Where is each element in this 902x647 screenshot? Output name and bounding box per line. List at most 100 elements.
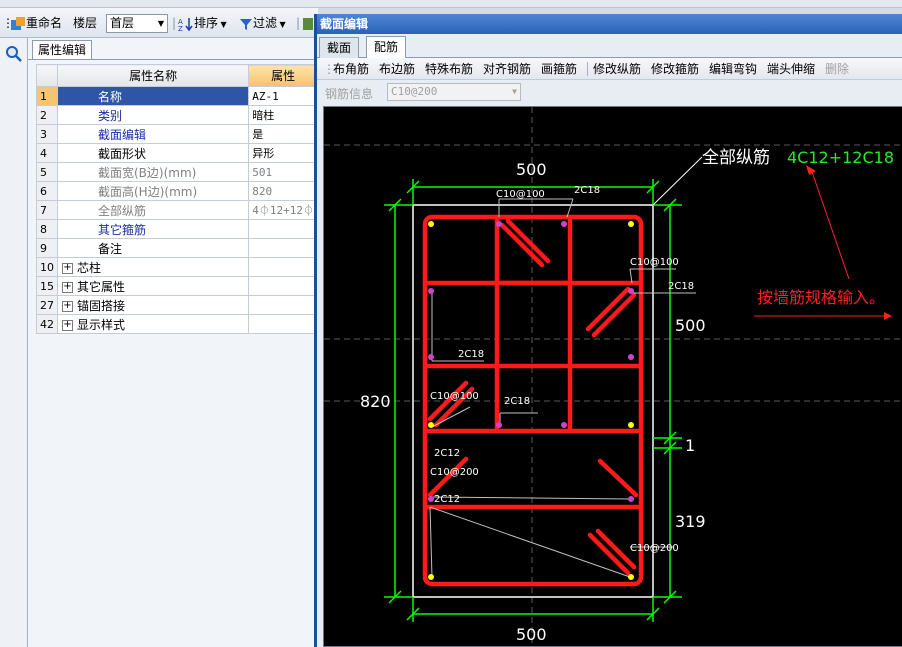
tab-property-edit[interactable]: 属性编辑 <box>32 40 92 60</box>
rebar-point[interactable] <box>428 422 434 428</box>
rebar-point[interactable] <box>628 422 634 428</box>
property-group[interactable]: + 芯柱 <box>56 257 250 277</box>
tab-section[interactable]: 截面 <box>319 37 360 58</box>
rebar-info-label: 钢筋信息 <box>325 87 374 101</box>
property-value[interactable]: 暗柱 <box>248 105 318 125</box>
rebar-point[interactable] <box>428 221 434 227</box>
align-rebar-button[interactable]: 对齐钢筋 <box>483 61 531 77</box>
annotation-arrow <box>810 168 850 280</box>
corner-rebar-button[interactable]: 布角筋 <box>333 61 369 77</box>
rebar-label: 2C18 <box>458 349 484 360</box>
delete-button[interactable]: 删除 <box>825 61 849 77</box>
special-rebar-button[interactable]: 特殊布筋 <box>425 61 473 77</box>
filter-button[interactable]: 过滤 ▼ <box>239 14 286 32</box>
property-value[interactable]: AZ-1 <box>248 86 318 106</box>
table-row[interactable]: 5 截面宽(B边)(mm) 501 <box>36 162 318 182</box>
rename-icon <box>11 16 25 30</box>
property-name: 截面编辑 <box>56 124 250 144</box>
edge-rebar-button[interactable]: 布边筋 <box>379 61 415 77</box>
rebar-point[interactable] <box>496 422 502 428</box>
property-group[interactable]: + 锚固搭接 <box>56 295 250 315</box>
dim-right-3-text: 319 <box>675 512 706 531</box>
dialog-title[interactable]: 截面编辑 <box>317 14 902 34</box>
section-edit-dialog: 截面编辑 截面 配筋 ⋮ 布角筋 布边筋 特殊布筋 对齐钢筋 画箍筋 修改纵筋 … <box>314 14 902 647</box>
table-row[interactable]: 7 全部纵筋 4⏀12+12⏀ <box>36 200 318 220</box>
rebar-point[interactable] <box>628 496 634 502</box>
rebar-label: 2C18 <box>574 185 600 196</box>
property-value[interactable] <box>248 238 318 258</box>
end-extend-button[interactable]: 端头伸缩 <box>767 61 815 77</box>
rebar-label: 2C18 <box>504 396 530 407</box>
table-row[interactable]: 1 名称 AZ-1 <box>36 86 318 106</box>
table-row[interactable]: 4 截面形状 异形 <box>36 143 318 163</box>
sort-icon: AZ <box>178 17 193 32</box>
rebar-point[interactable] <box>561 221 567 227</box>
table-row[interactable]: 27 + 锚固搭接 <box>36 295 318 315</box>
section-drawing[interactable]: 500 500 820 500 1 319 全部纵筋 4C12+12C18 按墙… <box>324 107 902 646</box>
table-row[interactable]: 10 + 芯柱 <box>36 257 318 277</box>
property-name: 备注 <box>56 238 250 258</box>
modify-stirrup-button[interactable]: 修改箍筋 <box>651 61 699 77</box>
edit-hook-button[interactable]: 编辑弯钩 <box>709 61 757 77</box>
dim-bottom-text: 500 <box>516 625 547 644</box>
floor-label: 楼层 <box>73 16 98 30</box>
tab-rebar[interactable]: 配筋 <box>366 36 407 58</box>
rebar-point[interactable] <box>428 288 434 294</box>
chevron-down-icon: ▼ <box>512 87 517 96</box>
rebar-label: 2C12 <box>434 448 460 459</box>
group-name: 锚固搭接 <box>77 298 126 313</box>
table-row[interactable]: 42 + 显示样式 <box>36 314 318 334</box>
property-name: 截面高(H边)(mm) <box>56 181 250 201</box>
property-group[interactable]: + 其它属性 <box>56 276 250 296</box>
table-row[interactable]: 2 类别 暗柱 <box>36 105 318 125</box>
row-number: 1 <box>36 86 58 106</box>
floor-select[interactable]: 首层 ▼ <box>106 14 168 33</box>
property-value[interactable]: 异形 <box>248 143 318 163</box>
rebar-label: 2C18 <box>668 281 694 292</box>
property-value[interactable] <box>248 219 318 239</box>
property-value[interactable]: 是 <box>248 124 318 144</box>
toolbar-separator: | <box>296 16 301 30</box>
sort-button[interactable]: A Z 排序 ▼ <box>178 14 227 32</box>
table-row[interactable]: 8 其它箍筋 <box>36 219 318 239</box>
rebar-label: C10@100 <box>630 257 679 268</box>
rebar-point[interactable] <box>496 221 502 227</box>
table-row[interactable]: 6 截面高(H边)(mm) 820 <box>36 181 318 201</box>
rebar-point[interactable] <box>428 574 434 580</box>
drawing-canvas[interactable]: 500 500 820 500 1 319 全部纵筋 4C12+12C18 按墙… <box>323 106 902 647</box>
table-row[interactable]: 9 备注 <box>36 238 318 258</box>
property-name: 类别 <box>56 105 250 125</box>
rebar-point[interactable] <box>561 422 567 428</box>
rebar-point[interactable] <box>428 354 434 360</box>
rebar-point[interactable] <box>628 574 634 580</box>
modify-long-rebar-button[interactable]: 修改纵筋 <box>593 61 641 77</box>
property-grid: 属性名称 属性 1 名称 AZ-1 2 类别 暗柱 3 截面编辑 是 4 截面形… <box>36 64 318 334</box>
expand-icon[interactable]: + <box>62 319 73 331</box>
rebar-info-select[interactable]: C10@200 ▼ <box>387 83 521 101</box>
dim-right-1-text: 500 <box>675 316 706 335</box>
property-group[interactable]: + 显示样式 <box>56 314 250 334</box>
rename-button[interactable]: 重命名 <box>10 14 62 32</box>
expand-icon[interactable]: + <box>62 281 73 293</box>
row-number: 15 <box>36 276 58 296</box>
expand-icon[interactable]: + <box>62 262 73 274</box>
rebar-info-bar: 钢筋信息 C10@200 ▼ <box>317 80 902 104</box>
property-name: 全部纵筋 <box>56 200 250 220</box>
rebar-point[interactable] <box>628 221 634 227</box>
rebar-point[interactable] <box>628 288 634 294</box>
column-header-value[interactable]: 属性 <box>248 64 318 87</box>
rebar-label: 2C12 <box>434 494 460 505</box>
more-tools-icon[interactable] <box>302 14 314 32</box>
table-row[interactable]: 3 截面编辑 是 <box>36 124 318 144</box>
table-row[interactable]: 15 + 其它属性 <box>36 276 318 296</box>
property-value <box>248 257 318 277</box>
draw-stirrup-button[interactable]: 画箍筋 <box>541 61 577 77</box>
svg-text:Z: Z <box>178 25 183 32</box>
column-header-name[interactable]: 属性名称 <box>56 64 250 87</box>
row-number: 2 <box>36 105 58 125</box>
dim-top-text: 500 <box>516 160 547 179</box>
search-button[interactable] <box>4 44 24 64</box>
rebar-point[interactable] <box>628 354 634 360</box>
rebar-label: C10@200 <box>430 467 479 478</box>
expand-icon[interactable]: + <box>62 300 73 312</box>
